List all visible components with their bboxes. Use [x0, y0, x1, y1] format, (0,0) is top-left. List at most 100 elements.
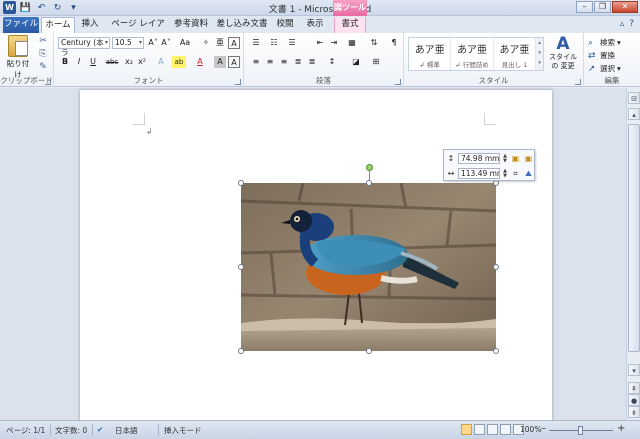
decrease-indent-icon[interactable]: ⇤	[314, 37, 326, 49]
show-marks-icon[interactable]: ¶	[388, 37, 400, 49]
multilevel-list-icon[interactable]: ☰	[286, 37, 298, 49]
web-layout-view-button[interactable]	[487, 424, 498, 435]
superscript-button[interactable]: x²	[136, 56, 148, 68]
height-input[interactable]: 74.98 mm	[458, 153, 500, 164]
shrink-font-icon[interactable]: A˅	[160, 37, 172, 49]
zoom-level[interactable]: 100%	[520, 425, 541, 434]
styles-scroll[interactable]: ▴ ▾ ▾	[536, 38, 544, 70]
bring-forward-icon[interactable]: ▣	[510, 153, 521, 164]
enclose-char-icon[interactable]: A	[228, 37, 240, 49]
minimize-ribbon-icon[interactable]: ▵	[620, 19, 625, 29]
undo-icon[interactable]: ↶	[35, 1, 48, 14]
line-spacing-icon[interactable]: ↕	[326, 56, 338, 68]
style-normal[interactable]: あア亜 ↲ 標準	[409, 38, 452, 70]
picture-styles-icon[interactable]: ⛰	[523, 168, 534, 179]
change-styles-button[interactable]: A スタイルの 変更	[546, 35, 580, 71]
borders-icon[interactable]: ⊞	[370, 56, 382, 68]
ruler-toggle-icon[interactable]: ⊟	[628, 92, 640, 104]
clipboard-launcher-icon[interactable]	[45, 79, 51, 85]
width-input[interactable]: 113.49 mm	[458, 168, 500, 179]
resize-handle-bottom[interactable]	[366, 348, 372, 354]
resize-handle-bottom-left[interactable]	[238, 348, 244, 354]
find-button[interactable]: ⌕ 検索 ▾	[588, 37, 621, 48]
bold-button[interactable]: B	[59, 56, 71, 68]
proofing-icon[interactable]: ✔	[97, 425, 103, 434]
style-heading-1[interactable]: あア亜 見出し 1	[494, 38, 537, 70]
numbering-icon[interactable]: ☷	[268, 37, 280, 49]
change-case-icon[interactable]: Aa	[177, 37, 193, 49]
scroll-down-arrow[interactable]: ▾	[628, 364, 640, 376]
vertical-scrollbar[interactable]: ⊟ ▴ ▾ ⇞ ● ⇟	[626, 88, 640, 420]
zoom-slider-thumb[interactable]	[578, 426, 583, 435]
tab-references[interactable]: 参考資料	[172, 17, 210, 33]
outline-view-button[interactable]	[500, 424, 511, 435]
resize-handle-bottom-right[interactable]	[493, 348, 499, 354]
inserted-picture[interactable]	[241, 183, 496, 351]
align-left-icon[interactable]: ≡	[250, 56, 262, 68]
resize-handle-top[interactable]	[366, 180, 372, 186]
tab-page-layout[interactable]: ページ レイアウト	[107, 17, 169, 44]
page-count[interactable]: ページ: 1/1	[6, 425, 45, 436]
word-app-icon[interactable]: W	[3, 1, 16, 14]
restore-button[interactable]: ❐	[594, 1, 611, 13]
font-size-select[interactable]: 10.5 ▾	[112, 37, 144, 49]
full-screen-view-button[interactable]	[474, 424, 485, 435]
grow-font-icon[interactable]: A˄	[147, 37, 159, 49]
resize-handle-top-left[interactable]	[238, 180, 244, 186]
style-no-spacing[interactable]: あア亜 ↲ 行間詰め	[451, 38, 494, 70]
char-shading-icon[interactable]: A	[214, 56, 226, 68]
tab-format[interactable]: 書式	[334, 17, 366, 33]
minimize-button[interactable]: –	[576, 1, 593, 13]
increase-indent-icon[interactable]: ⇥	[328, 37, 340, 49]
shading-icon[interactable]: ◪	[350, 56, 362, 68]
justify-icon[interactable]: ≣	[292, 56, 304, 68]
cut-icon[interactable]: ✂	[37, 36, 49, 47]
highlight-icon[interactable]: ab	[172, 56, 186, 68]
copy-icon[interactable]: ⎘	[37, 49, 49, 60]
font-color-icon[interactable]: A	[194, 56, 206, 68]
strikethrough-button[interactable]: abc	[104, 56, 120, 68]
replace-button[interactable]: ⇄ 置換	[588, 50, 615, 61]
tab-review[interactable]: 校閲	[274, 17, 296, 33]
phonetic-guide-icon[interactable]: 亜	[214, 37, 226, 49]
paragraph-launcher-icon[interactable]	[395, 79, 401, 85]
text-effects-icon[interactable]: A	[155, 56, 167, 68]
asian-layout-icon[interactable]: ▦	[346, 37, 358, 49]
close-button[interactable]: ✕	[612, 1, 638, 13]
rotation-handle[interactable]	[366, 164, 373, 171]
next-page-icon[interactable]: ⇟	[628, 406, 640, 418]
send-backward-icon[interactable]: ▣	[523, 153, 534, 164]
align-right-icon[interactable]: ≡	[278, 56, 290, 68]
tab-home[interactable]: ホーム	[41, 17, 75, 33]
zoom-in-button[interactable]: +	[617, 423, 625, 434]
width-spinner[interactable]: ▲ ▼	[502, 168, 508, 179]
paste-button[interactable]: 貼り付け	[4, 35, 32, 80]
subscript-button[interactable]: x₂	[123, 56, 135, 68]
insert-mode-indicator[interactable]: 挿入モード	[164, 425, 202, 436]
browse-object-icon[interactable]: ●	[628, 394, 640, 406]
word-count[interactable]: 文字数: 0	[55, 425, 87, 436]
redo-icon[interactable]: ↻	[51, 1, 64, 14]
resize-handle-right[interactable]	[493, 264, 499, 270]
language-indicator[interactable]: 日本語	[115, 425, 138, 436]
format-painter-icon[interactable]: ✎	[37, 62, 49, 73]
print-layout-view-button[interactable]	[461, 424, 472, 435]
scroll-up-arrow[interactable]: ▴	[628, 108, 640, 120]
sort-icon[interactable]: ⇅	[368, 37, 380, 49]
underline-button[interactable]: U	[87, 56, 99, 68]
font-name-select[interactable]: Century (本ラ ▾	[58, 37, 110, 57]
help-icon[interactable]: ?	[629, 19, 634, 29]
customize-qat-icon[interactable]: ▾	[67, 1, 80, 14]
previous-page-icon[interactable]: ⇞	[628, 382, 640, 394]
crop-icon[interactable]: ⌗	[510, 168, 521, 179]
italic-button[interactable]: I	[73, 56, 85, 68]
select-button[interactable]: ➚ 選択 ▾	[588, 63, 621, 74]
zoom-out-button[interactable]: –	[541, 423, 546, 434]
bullets-icon[interactable]: ☰	[250, 37, 262, 49]
align-center-icon[interactable]: ≡	[264, 56, 276, 68]
font-launcher-icon[interactable]	[235, 79, 241, 85]
styles-launcher-icon[interactable]	[575, 79, 581, 85]
save-icon[interactable]: 💾	[19, 1, 32, 14]
scroll-thumb[interactable]	[628, 124, 640, 352]
tab-mailings[interactable]: 差し込み文書	[216, 17, 268, 33]
